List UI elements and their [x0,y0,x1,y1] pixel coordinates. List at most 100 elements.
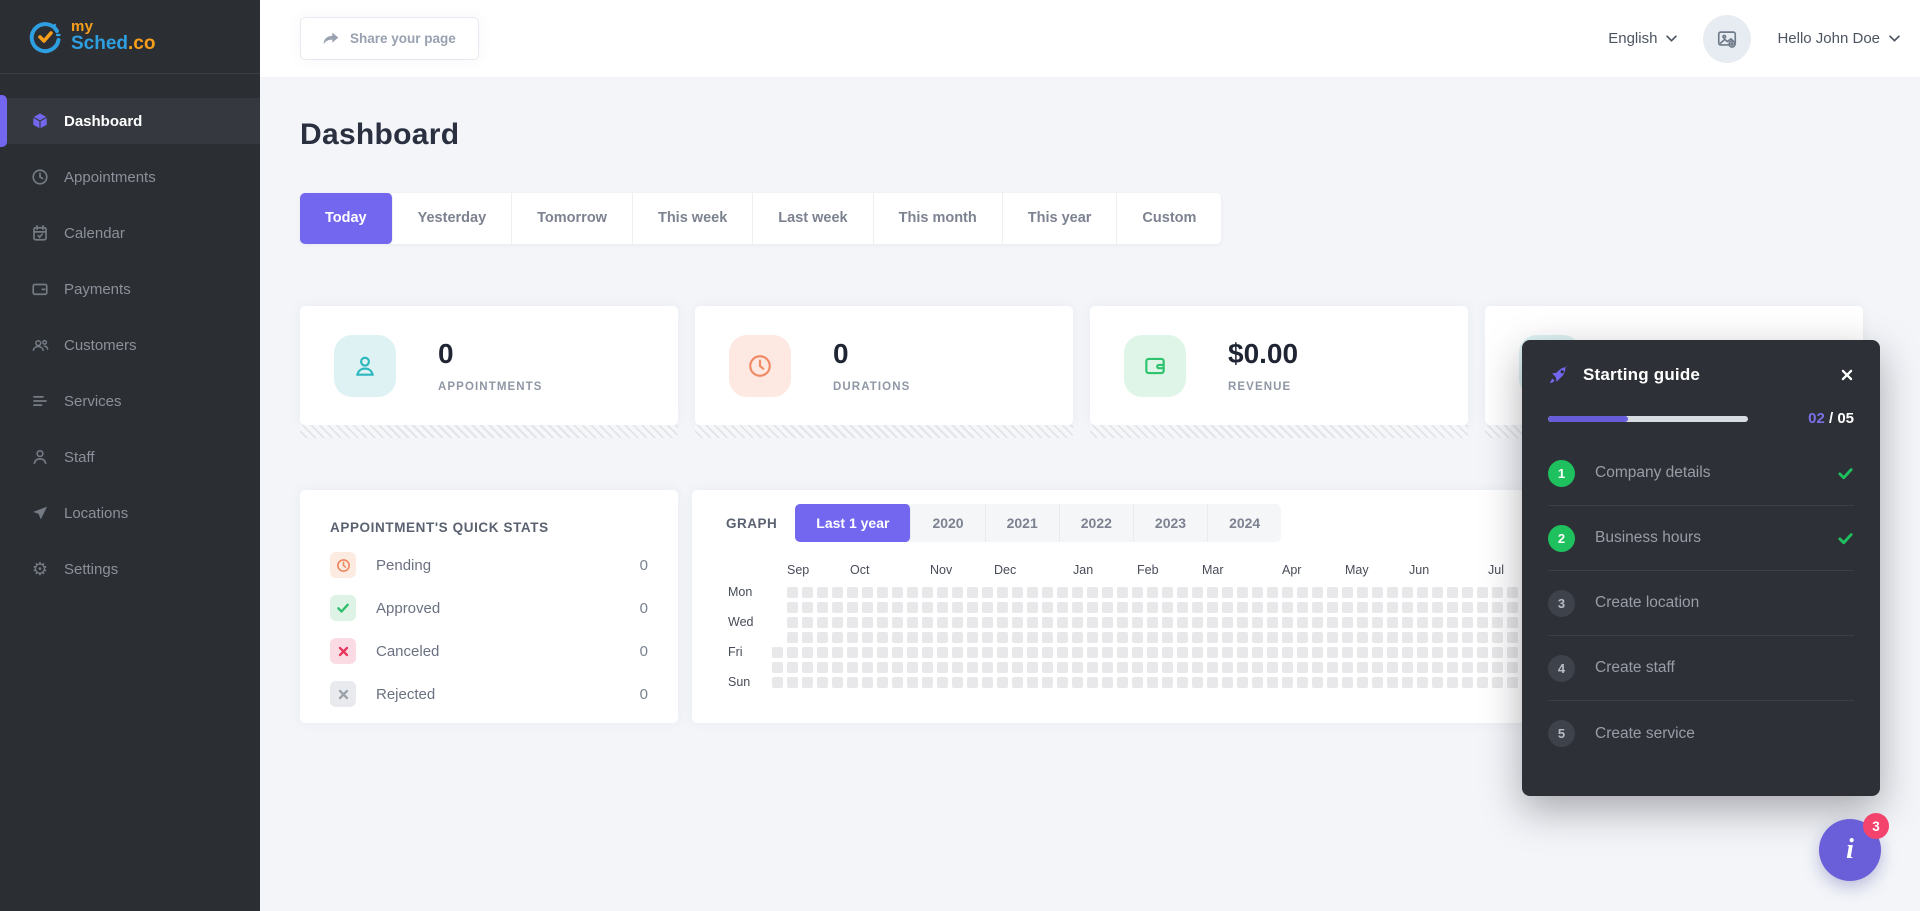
graph-tab-2024[interactable]: 2024 [1208,504,1281,542]
tab-this-month[interactable]: This month [874,193,1003,244]
heatmap-cell [1372,662,1383,673]
heatmap-cell [1327,677,1338,688]
heatmap-cell [1342,587,1353,598]
guide-step-business-hours[interactable]: 2 Business hours [1548,506,1854,571]
share-button-label: Share your page [350,31,456,46]
heatmap-cell [1387,587,1398,598]
heatmap-cell [1072,632,1083,643]
user-menu[interactable]: Hello John Doe [1777,30,1900,47]
heatmap-cell [1477,587,1488,598]
step-number: 2 [1548,525,1575,552]
graph-tab-last-1-year[interactable]: Last 1 year [795,504,911,542]
heatmap-cell [832,647,843,658]
heatmap-cell [1492,602,1503,613]
heatmap-cell [1312,677,1323,688]
heatmap-cell [832,602,843,613]
heatmap-cell [1252,587,1263,598]
tab-today[interactable]: Today [300,193,393,244]
heatmap-cell [1462,617,1473,628]
heatmap-cell [997,632,1008,643]
heatmap-cell [982,647,993,658]
heatmap-cell [1372,587,1383,598]
sidebar-item-settings[interactable]: ⚙ Settings [0,546,260,592]
heatmap-cell [1042,587,1053,598]
heatmap-cell [1057,587,1068,598]
graph-tab-2020[interactable]: 2020 [911,504,985,542]
stat-value: $0.00 [1228,338,1298,370]
graph-tab-2021[interactable]: 2021 [986,504,1060,542]
heatmap-cell [952,587,963,598]
guide-step-company-details[interactable]: 1 Company details [1548,441,1854,506]
heatmap-cell [1237,677,1248,688]
step-label: Create location [1595,594,1699,612]
heatmap-cell [967,602,978,613]
heatmap-cell [1027,617,1038,628]
sidebar-item-label: Customers [64,337,137,354]
month-label: Mar [1202,563,1224,577]
graph-tab-2022[interactable]: 2022 [1060,504,1134,542]
brand-logo[interactable]: my Sched.co [0,0,260,74]
tab-this-week[interactable]: This week [633,193,753,244]
heatmap-cell [1057,677,1068,688]
close-icon[interactable] [1840,368,1854,382]
heatmap-cell [1147,662,1158,673]
heatmap-cell [1267,632,1278,643]
heatmap-cell [1432,632,1443,643]
tab-tomorrow[interactable]: Tomorrow [512,193,633,244]
heatmap-cell [922,662,933,673]
month-label: Jul [1488,563,1504,577]
heatmap-cell [1327,662,1338,673]
heatmap-cell [1117,632,1128,643]
avatar[interactable] [1703,15,1751,63]
heatmap-cell [892,647,903,658]
sidebar-item-locations[interactable]: Locations [0,490,260,536]
heatmap-cell [787,677,798,688]
tab-yesterday[interactable]: Yesterday [393,193,513,244]
language-dropdown[interactable]: English [1608,30,1677,47]
heatmap-cell [787,662,798,673]
info-fab-button[interactable]: i 3 [1819,819,1881,881]
guide-step-create-service[interactable]: 5 Create service [1548,701,1854,766]
tab-this-year[interactable]: This year [1003,193,1118,244]
heatmap-cell [892,662,903,673]
clock-icon [729,335,791,397]
heatmap-cell [1012,662,1023,673]
heatmap-cell [937,617,948,628]
sidebar-item-customers[interactable]: Customers [0,322,260,368]
stat-label: APPOINTMENTS [438,381,543,393]
heatmap-cell [1222,617,1233,628]
sidebar-item-services[interactable]: Services [0,378,260,424]
guide-header: Starting guide [1548,340,1854,386]
sidebar-item-staff[interactable]: Staff [0,434,260,480]
heatmap-cell [1447,632,1458,643]
sidebar-item-appointments[interactable]: Appointments [0,154,260,200]
quick-stat-value: 0 [640,600,648,617]
heatmap-cell [1027,677,1038,688]
tab-custom[interactable]: Custom [1117,193,1221,244]
heatmap-cell [922,677,933,688]
sidebar-item-calendar[interactable]: Calendar [0,210,260,256]
heatmap-cell [1102,677,1113,688]
heatmap-cell [1207,677,1218,688]
sidebar-item-payments[interactable]: Payments [0,266,260,312]
graph-tab-2023[interactable]: 2023 [1134,504,1208,542]
heatmap-cell [862,617,873,628]
step-label: Create staff [1595,659,1675,677]
share-page-button[interactable]: Share your page [300,17,479,60]
guide-step-create-location[interactable]: 3 Create location [1548,571,1854,636]
stat-card-revenue: $0.00 REVENUE [1090,306,1468,425]
tab-last-week[interactable]: Last week [753,193,873,244]
sidebar-item-dashboard[interactable]: Dashboard [0,98,260,144]
quick-stat-label: Approved [376,600,440,617]
clock-icon [330,552,356,578]
month-label: Apr [1282,563,1301,577]
guide-step-create-staff[interactable]: 4 Create staff [1548,636,1854,701]
heatmap-cell [1342,647,1353,658]
heatmap-cell [1042,677,1053,688]
heatmap-cell [1342,677,1353,688]
heatmap-cell [1507,632,1518,643]
heatmap-cell [1222,587,1233,598]
heatmap-cell [1507,677,1518,688]
brand-clock-icon [28,20,62,54]
stat-value: 0 [833,338,910,370]
